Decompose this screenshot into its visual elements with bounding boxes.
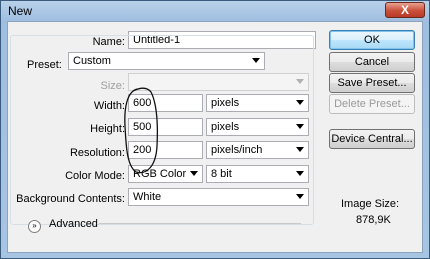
width-label: Width: (93, 100, 125, 112)
width-unit-value: pixels (211, 97, 240, 109)
width-unit-dropdown[interactable]: pixels (206, 94, 309, 112)
device-central-button[interactable]: Device Central... (329, 129, 415, 149)
width-input[interactable]: 600 (128, 94, 203, 112)
height-unit-dropdown[interactable]: pixels (206, 118, 309, 136)
bit-depth-dropdown[interactable]: 8 bit (206, 165, 309, 183)
chevron-down-icon (296, 79, 304, 84)
background-contents-label: Background Contents: (16, 193, 125, 205)
height-unit-value: pixels (211, 121, 240, 133)
chevron-down-icon (296, 147, 304, 152)
window-title: New (8, 4, 33, 18)
delete-preset-button[interactable]: Delete Preset... (329, 94, 415, 114)
close-button[interactable]: X (385, 2, 425, 18)
color-mode-dropdown[interactable]: RGB Color (128, 165, 203, 183)
color-mode-value: RGB Color (133, 168, 187, 180)
save-preset-button[interactable]: Save Preset... (329, 73, 415, 93)
title-bar[interactable]: New X (1, 1, 429, 20)
image-size-label: Image Size: (341, 198, 400, 210)
chevron-down-icon (252, 58, 260, 63)
cancel-button[interactable]: Cancel (329, 52, 415, 72)
new-document-dialog: New X Name: Untitled-1 Preset: Custom Si… (0, 0, 430, 259)
size-label: Size: (100, 80, 125, 92)
preset-dropdown[interactable]: Custom (68, 52, 265, 70)
background-contents-value: White (133, 191, 162, 203)
resolution-unit-value: pixels/inch (211, 144, 263, 156)
height-label: Height: (90, 123, 125, 135)
chevron-down-icon (190, 171, 198, 176)
resolution-input[interactable]: 200 (128, 141, 203, 159)
bit-depth-value: 8 bit (211, 168, 232, 180)
size-dropdown[interactable] (128, 73, 309, 91)
chevron-down-icon (296, 100, 304, 105)
image-size-value: 878,9K (356, 214, 391, 226)
ok-button[interactable]: OK (329, 30, 415, 50)
resolution-unit-dropdown[interactable]: pixels/inch (206, 141, 309, 159)
background-contents-dropdown[interactable]: White (128, 188, 309, 206)
height-input[interactable]: 500 (128, 118, 203, 136)
advanced-label[interactable]: Advanced (49, 218, 98, 230)
preset-label: Preset: (25, 59, 64, 71)
chevron-down-icon (296, 124, 304, 129)
color-mode-label: Color Mode: (65, 170, 125, 182)
preset-value: Custom (73, 55, 111, 67)
chevron-down-icon (296, 194, 304, 199)
chevron-down-icon (296, 171, 304, 176)
resolution-label: Resolution: (69, 147, 125, 159)
advanced-divider (99, 223, 301, 224)
expand-advanced-icon[interactable]: » (28, 220, 41, 233)
